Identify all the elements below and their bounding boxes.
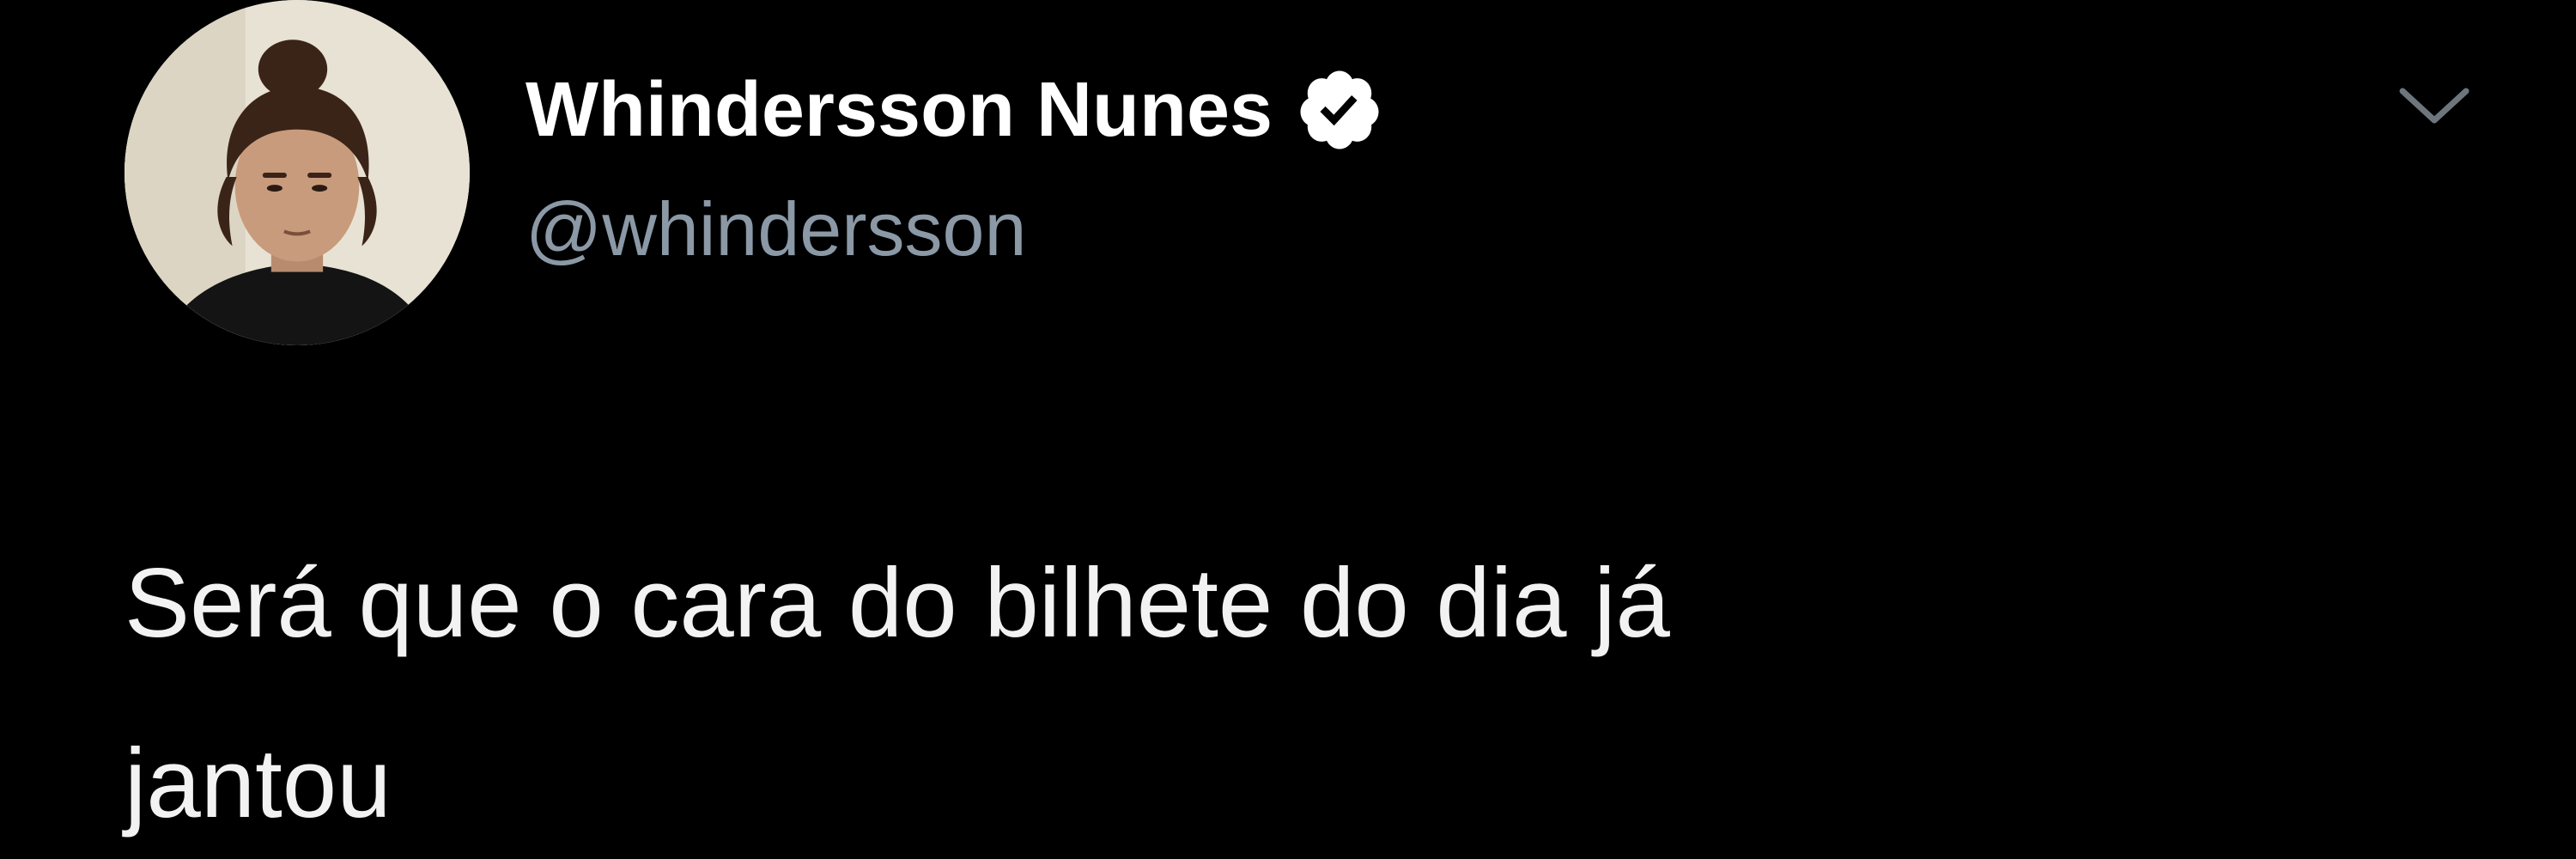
user-handle[interactable]: @whindersson <box>526 192 1026 267</box>
tweet-text-line: jantou <box>125 729 392 838</box>
tweet-text-line: Será que o cara do bilhete do dia já <box>125 549 1670 658</box>
tweet-card: Whindersson Nunes @whindersson Será que … <box>0 0 2576 859</box>
avatar[interactable] <box>125 0 470 345</box>
author-name-row: Whindersson Nunes <box>526 58 1384 161</box>
avatar-photo <box>125 0 470 345</box>
display-name[interactable]: Whindersson Nunes <box>526 71 1273 149</box>
chevron-down-icon[interactable] <box>2396 76 2473 136</box>
verified-badge-icon <box>1295 65 1384 155</box>
tweet-text: Será que o cara do bilhete do dia já jan… <box>125 514 2374 859</box>
